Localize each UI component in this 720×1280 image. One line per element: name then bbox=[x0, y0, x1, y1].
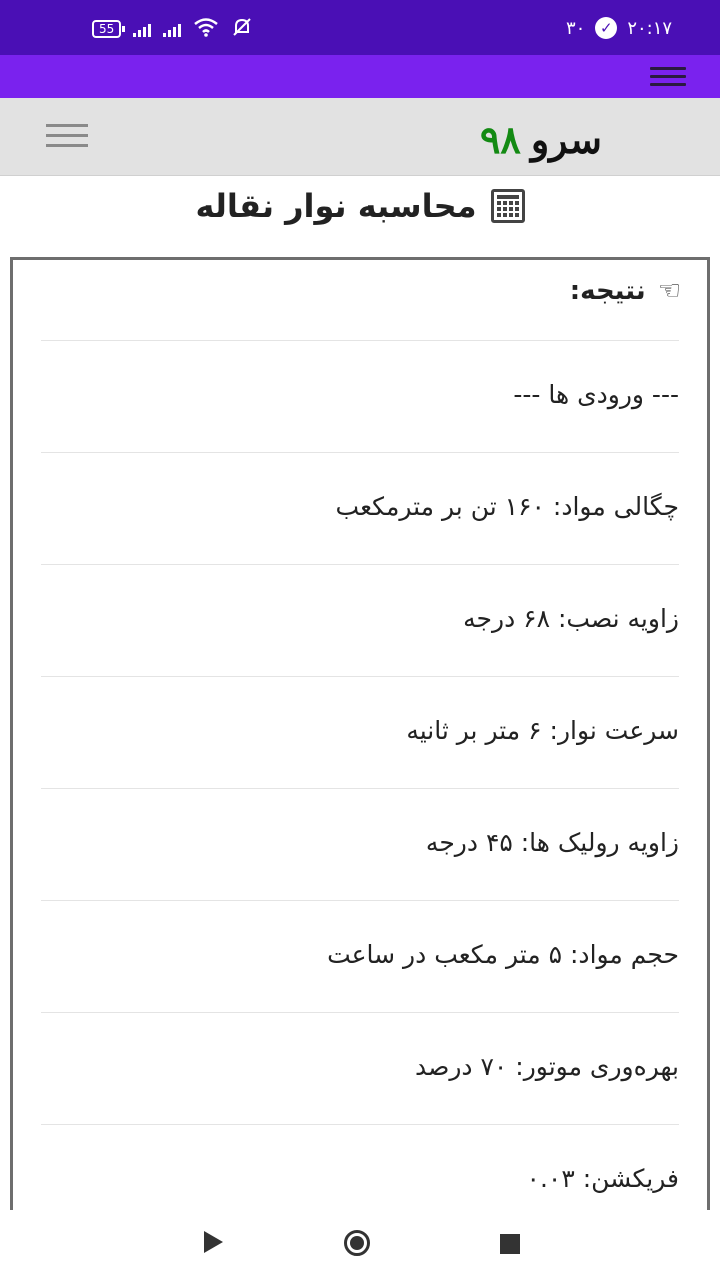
signal-icon bbox=[133, 21, 152, 37]
battery-icon: 55 bbox=[92, 20, 126, 38]
result-row: چگالی مواد: ۱۶۰ تن بر مترمکعب bbox=[41, 452, 679, 564]
hand-pointing-icon: ☜ bbox=[657, 276, 681, 306]
result-title: نتیجه: bbox=[569, 276, 646, 306]
logo-word: سرو bbox=[530, 116, 602, 162]
app-bar bbox=[0, 55, 720, 98]
home-circle-icon[interactable] bbox=[344, 1230, 370, 1256]
result-row: حجم مواد: ۵ متر مکعب در ساعت bbox=[41, 900, 679, 1012]
wifi-icon bbox=[193, 17, 219, 42]
logo-number: ۹۸ bbox=[480, 116, 521, 162]
system-nav-bar bbox=[0, 1210, 720, 1280]
recents-square-icon[interactable] bbox=[500, 1234, 520, 1254]
result-header: ☜ نتیجه: bbox=[570, 274, 681, 308]
calculator-icon bbox=[490, 189, 525, 223]
back-triangle-icon[interactable] bbox=[204, 1231, 223, 1253]
result-row: سرعت نوار: ۶ متر بر ثانیه bbox=[41, 676, 679, 788]
clock: ۲۰:۱۷ bbox=[627, 17, 673, 39]
signal-icon-2 bbox=[163, 21, 182, 37]
result-row: بهره‌وری موتور: ۷۰ درصد bbox=[41, 1012, 679, 1124]
site-header bbox=[0, 98, 720, 176]
status-right: ۳۰ ✓ ۲۰:۱۷ bbox=[566, 14, 672, 42]
page-title: محاسبه نوار نقاله bbox=[0, 180, 720, 232]
result-list: --- ورودی ها --- چگالی مواد: ۱۶۰ تن بر م… bbox=[41, 340, 679, 1236]
result-card: ☜ نتیجه: --- ورودی ها --- چگالی مواد: ۱۶… bbox=[10, 257, 710, 1257]
result-row: زاویه رولیک ها: ۴۵ درجه bbox=[41, 788, 679, 900]
site-logo[interactable]: سرو ۹۸ bbox=[480, 114, 602, 164]
result-row: زاویه نصب: ۶۸ درجه bbox=[41, 564, 679, 676]
notification-count: ۳۰ bbox=[566, 17, 586, 39]
bell-muted-icon bbox=[231, 16, 253, 43]
check-badge-icon: ✓ bbox=[595, 17, 618, 39]
result-row: --- ورودی ها --- bbox=[41, 340, 679, 452]
status-bar: 55 ۳۰ ✓ ۲۰:۱۷ bbox=[0, 0, 720, 55]
status-icons: 55 bbox=[92, 16, 253, 42]
hamburger-icon[interactable] bbox=[650, 67, 686, 87]
site-menu-hamburger-icon[interactable] bbox=[46, 124, 88, 148]
page-title-text: محاسبه نوار نقاله bbox=[195, 187, 477, 225]
